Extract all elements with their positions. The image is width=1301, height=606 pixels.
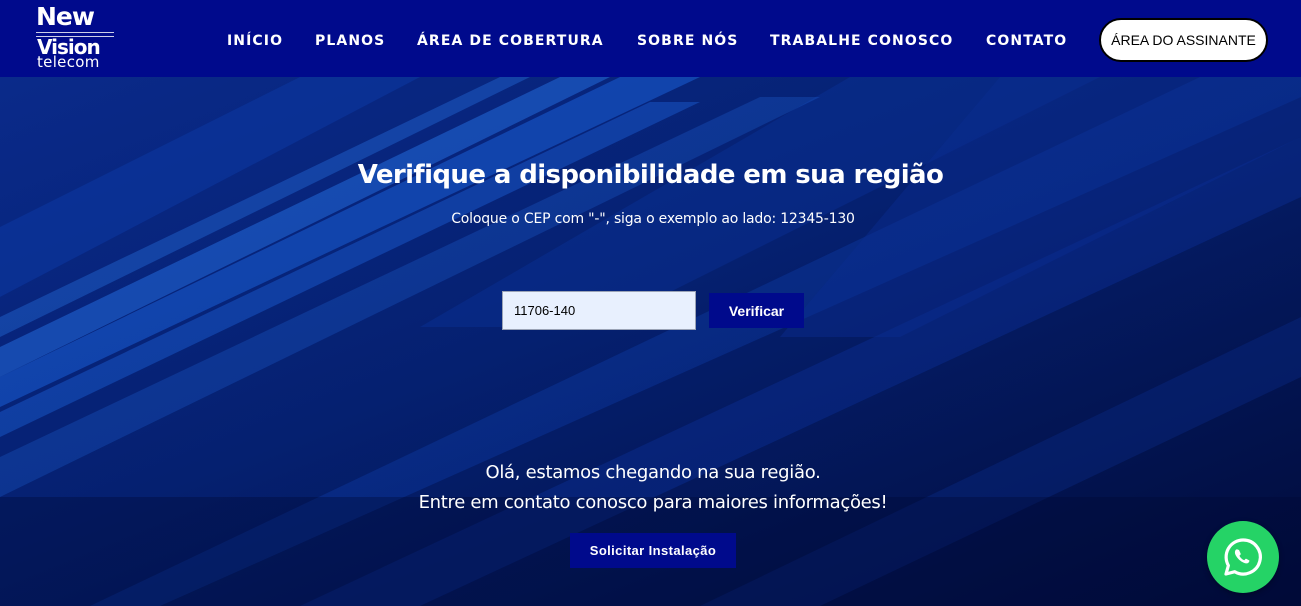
coming-soon-message: Olá, estamos chegando na sua região. xyxy=(485,462,821,483)
cep-instructions: Coloque o CEP com "-", siga o exemplo ao… xyxy=(451,211,855,227)
cep-input[interactable] xyxy=(502,291,696,330)
verify-button[interactable]: Verificar xyxy=(709,293,804,328)
nav-item-trabalhe-conosco[interactable]: TRABALHE CONOSCO xyxy=(770,32,953,50)
nav-item-sobre-nos[interactable]: SOBRE NÓS xyxy=(637,32,738,50)
nav-item-planos[interactable]: PLANOS xyxy=(315,32,385,50)
nav-item-contato[interactable]: CONTATO xyxy=(986,32,1067,50)
subscriber-area-button[interactable]: ÁREA DO ASSINANTE xyxy=(1099,18,1268,62)
page-title: Verifique a disponibilidade em sua regiã… xyxy=(357,160,944,190)
nav-item-area-de-cobertura[interactable]: ÁREA DE COBERTURA xyxy=(417,32,604,50)
logo-word-telecom: telecom xyxy=(37,53,100,71)
nav-item-inicio[interactable]: INÍCIO xyxy=(227,32,283,50)
whatsapp-icon xyxy=(1224,538,1262,576)
whatsapp-button[interactable] xyxy=(1207,521,1279,593)
logo-word-new: New xyxy=(36,2,95,31)
request-installation-button[interactable]: Solicitar Instalação xyxy=(570,533,736,568)
logo[interactable]: New Vision telecom xyxy=(36,4,118,70)
site-header: New Vision telecom INÍCIO PLANOS ÁREA DE… xyxy=(0,0,1301,77)
contact-message: Entre em contato conosco para maiores in… xyxy=(418,492,888,513)
